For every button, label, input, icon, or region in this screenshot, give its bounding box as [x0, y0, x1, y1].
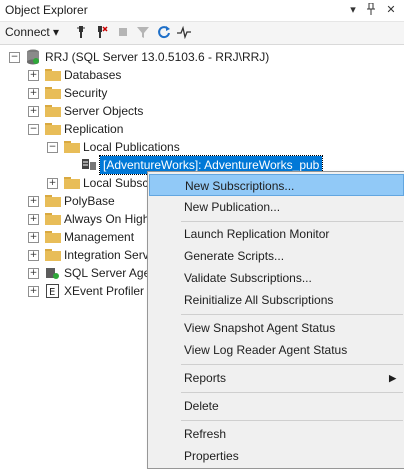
folder-icon	[45, 231, 61, 243]
replication-label: Replication	[64, 122, 124, 136]
menu-item-label: Delete	[184, 399, 219, 413]
databases-label: Databases	[64, 68, 122, 82]
refresh-icon[interactable]	[157, 25, 171, 39]
menu-item-label: Reinitialize All Subscriptions	[184, 293, 334, 307]
menu-item-new-subscriptions[interactable]: New Subscriptions...	[149, 174, 404, 196]
expand-icon[interactable]: +	[28, 286, 39, 297]
expand-icon[interactable]: +	[28, 196, 39, 207]
expand-icon[interactable]: +	[28, 232, 39, 243]
menu-item-label: Generate Scripts...	[184, 249, 285, 263]
local-publications-label: Local Publications	[83, 140, 180, 154]
menu-item-validate-subscriptions[interactable]: Validate Subscriptions...	[149, 267, 404, 289]
expand-icon[interactable]: +	[47, 178, 58, 189]
menu-item-launch-replication-monitor[interactable]: Launch Replication Monitor	[149, 223, 404, 245]
filter-icon[interactable]	[136, 25, 150, 39]
folder-icon	[64, 177, 80, 189]
menu-item-label: Reports	[184, 371, 227, 385]
expand-icon[interactable]: +	[28, 88, 39, 99]
tree-node-server-objects[interactable]: + Server Objects	[0, 102, 404, 120]
object-explorer-toolbar: Connect ▾	[0, 22, 404, 45]
menu-item-label: New Subscriptions...	[185, 179, 295, 193]
menu-item-label: Launch Replication Monitor	[184, 227, 330, 241]
connect-object-explorer-icon[interactable]	[74, 25, 88, 39]
tree-node-security[interactable]: + Security	[0, 84, 404, 102]
menu-item-label: View Log Reader Agent Status	[184, 343, 348, 357]
menu-item-label: Refresh	[184, 427, 227, 441]
publication-icon	[82, 159, 96, 170]
panel-title: Object Explorer	[5, 3, 88, 17]
folder-icon	[45, 87, 61, 99]
connect-button[interactable]: Connect ▾	[5, 25, 59, 39]
agent-icon	[46, 268, 59, 279]
expand-icon[interactable]: +	[28, 106, 39, 117]
menu-separator	[181, 221, 403, 222]
expand-icon[interactable]: +	[28, 250, 39, 261]
local-subscriptions-label: Local Subsc	[83, 176, 149, 190]
disconnect-icon[interactable]	[94, 25, 108, 39]
folder-icon	[45, 105, 61, 117]
management-label: Management	[64, 230, 135, 244]
menu-separator	[181, 420, 403, 421]
xevent-profiler-label: XEvent Profiler	[64, 284, 145, 298]
server-icon	[27, 49, 39, 65]
tree-node-server[interactable]: − RRJ (SQL Server 13.0.5103.6 - RRJ\RRJ)	[0, 48, 404, 66]
folder-icon	[45, 213, 61, 225]
menu-item-new-publication[interactable]: New Publication...	[149, 196, 404, 218]
tree-node-replication[interactable]: − Replication	[0, 120, 404, 138]
expand-icon[interactable]: +	[28, 268, 39, 279]
stop-icon[interactable]	[116, 25, 130, 39]
collapse-icon[interactable]: −	[9, 52, 20, 63]
folder-icon	[45, 249, 61, 261]
menu-item-label: View Snapshot Agent Status	[184, 321, 336, 335]
collapse-icon[interactable]: −	[28, 124, 39, 135]
submenu-arrow-icon: ▶	[389, 373, 396, 383]
folder-icon	[64, 141, 80, 153]
folder-icon	[45, 69, 61, 81]
menu-item-refresh[interactable]: Refresh	[149, 423, 404, 445]
always-on-label: Always On High	[64, 212, 150, 226]
expand-icon[interactable]: +	[28, 214, 39, 225]
tree-node-local-publications[interactable]: − Local Publications	[0, 138, 404, 156]
publication-context-menu: New Subscriptions... New Publication... …	[147, 171, 404, 469]
expand-icon[interactable]: +	[28, 70, 39, 81]
menu-separator	[181, 392, 403, 393]
menu-item-label: Validate Subscriptions...	[184, 271, 312, 285]
sql-server-agent-label: SQL Server Agen	[64, 266, 157, 280]
server-label: RRJ (SQL Server 13.0.5103.6 - RRJ\RRJ)	[45, 50, 270, 64]
svg-text:E: E	[49, 287, 55, 298]
auto-hide-pin-icon[interactable]	[364, 2, 378, 18]
activity-monitor-icon[interactable]	[177, 25, 191, 39]
menu-separator	[181, 364, 403, 365]
folder-icon	[45, 123, 61, 135]
menu-item-label: New Publication...	[184, 200, 281, 214]
menu-item-view-snapshot-agent-status[interactable]: View Snapshot Agent Status	[149, 317, 404, 339]
menu-separator	[181, 314, 403, 315]
menu-item-properties[interactable]: Properties	[149, 445, 404, 467]
connect-label: Connect	[5, 25, 50, 39]
object-explorer-titlebar: Object Explorer ▾ ✕	[0, 0, 404, 22]
integration-services-label: Integration Serv	[64, 248, 149, 262]
close-panel-icon[interactable]: ✕	[384, 3, 398, 16]
server-objects-label: Server Objects	[64, 104, 144, 118]
menu-item-reports[interactable]: Reports ▶	[149, 367, 404, 389]
connect-dropdown-icon: ▾	[53, 25, 60, 39]
menu-item-view-log-reader-agent-status[interactable]: View Log Reader Agent Status	[149, 339, 404, 361]
folder-icon	[45, 195, 61, 207]
menu-item-delete[interactable]: Delete	[149, 395, 404, 417]
menu-item-generate-scripts[interactable]: Generate Scripts...	[149, 245, 404, 267]
window-position-dropdown-icon[interactable]: ▾	[346, 3, 360, 16]
tree-node-databases[interactable]: + Databases	[0, 66, 404, 84]
polybase-label: PolyBase	[64, 194, 115, 208]
menu-item-reinitialize-all-subscriptions[interactable]: Reinitialize All Subscriptions	[149, 289, 404, 311]
security-label: Security	[64, 86, 108, 100]
collapse-icon[interactable]: −	[47, 142, 58, 153]
menu-item-label: Properties	[184, 449, 239, 463]
xevent-profiler-icon: E	[46, 284, 59, 298]
